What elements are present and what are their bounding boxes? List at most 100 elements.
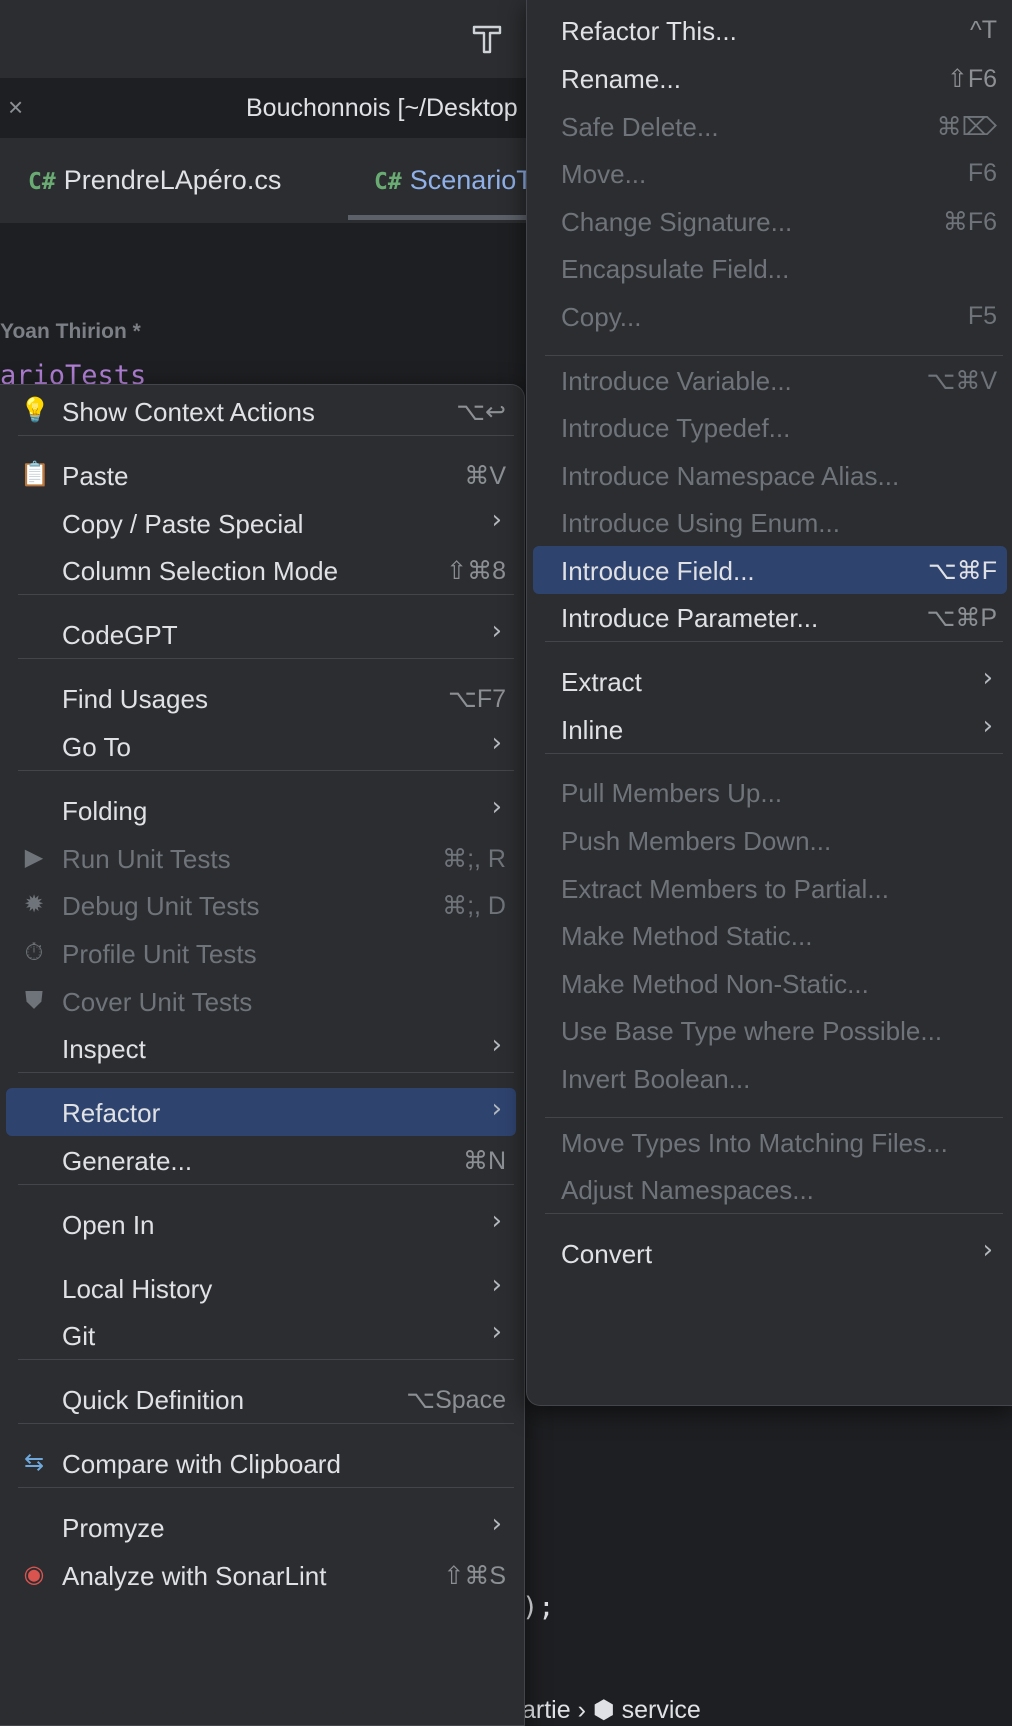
- menu-item-label: Make Method Static...: [561, 921, 813, 951]
- menu-item-label: Debug Unit Tests: [62, 891, 260, 921]
- menu-separator: [18, 1487, 514, 1488]
- chevron-right-icon: ›: [491, 505, 502, 535]
- refactor-item-copy[interactable]: Copy... F5: [533, 292, 1007, 340]
- menu-item-label: Cover Unit Tests: [62, 987, 253, 1017]
- refactor-item-encapsulate-field[interactable]: Encapsulate Field...: [533, 244, 1007, 292]
- refactor-item-move[interactable]: Move... F6: [533, 149, 1007, 197]
- context-menu-item-open-in[interactable]: Open In ›: [6, 1200, 516, 1248]
- menu-item-shortcut: ⇧F6: [946, 65, 997, 93]
- close-icon[interactable]: ×: [8, 92, 23, 122]
- refactor-item-rename[interactable]: Rename... ⇧F6: [533, 54, 1007, 102]
- menu-separator: [18, 1359, 514, 1360]
- shield-icon: ⛊: [25, 987, 43, 1014]
- chevron-right-icon: ›: [491, 1270, 502, 1300]
- menu-item-label: Adjust Namespaces...: [561, 1175, 814, 1205]
- chevron-right-icon: ›: [491, 616, 502, 646]
- menu-item-label: Introduce Variable...: [561, 366, 792, 396]
- context-menu-item-git[interactable]: Git ›: [6, 1311, 516, 1359]
- menu-item-shortcut: ⌥Space: [406, 1386, 506, 1414]
- menu-item-label: Introduce Namespace Alias...: [561, 461, 900, 491]
- chevron-right-icon: ›: [982, 1235, 993, 1265]
- menu-item-shortcut: ⌘N: [462, 1147, 506, 1175]
- context-menu-item-go-to[interactable]: Go To ›: [6, 722, 516, 770]
- context-menu-item-analyze-with-sonarlint[interactable]: ◉ Analyze with SonarLint ⇧⌘S: [6, 1551, 516, 1599]
- refactor-item-adjust-namespaces[interactable]: Adjust Namespaces...: [533, 1165, 1007, 1213]
- context-menu-item-promyze[interactable]: Promyze ›: [6, 1503, 516, 1551]
- context-menu-item-find-usages[interactable]: Find Usages ⌥F7: [6, 674, 516, 722]
- menu-item-label: Rename...: [561, 64, 681, 94]
- refactor-item-introduce-typedef[interactable]: Introduce Typedef...: [533, 403, 1007, 451]
- refactor-item-use-base-type-where-possible[interactable]: Use Base Type where Possible...: [533, 1006, 1007, 1054]
- menu-item-label: Convert: [561, 1239, 653, 1269]
- menu-item-shortcut: ⌥↩: [456, 398, 506, 426]
- active-tab-indicator: [348, 215, 528, 220]
- menu-item-label: Refactor: [62, 1098, 161, 1128]
- chevron-right-icon: ›: [491, 1317, 502, 1347]
- tab-scenariotests[interactable]: C# ScenarioT: [374, 165, 533, 196]
- menu-item-label: Folding: [62, 796, 148, 826]
- menu-separator: [545, 355, 1003, 356]
- refactor-item-introduce-variable[interactable]: Introduce Variable... ⌥⌘V: [533, 356, 1007, 404]
- refactor-item-safe-delete[interactable]: Safe Delete... ⌘⌦: [533, 102, 1007, 150]
- build-hammer-icon[interactable]: [470, 22, 504, 56]
- context-menu-item-profile-unit-tests[interactable]: ⏱ Profile Unit Tests: [6, 929, 516, 977]
- context-menu-item-column-selection-mode[interactable]: Column Selection Mode ⇧⌘8: [6, 546, 516, 594]
- context-menu-item-paste[interactable]: 📋 Paste ⌘V: [6, 451, 516, 499]
- menu-item-label: Make Method Non-Static...: [561, 969, 869, 999]
- menu-item-label: Use Base Type where Possible...: [561, 1016, 943, 1046]
- compare-clipboard-icon: ⇆: [23, 1449, 45, 1476]
- refactor-item-introduce-field[interactable]: Introduce Field... ⌥⌘F: [533, 546, 1007, 594]
- menu-item-label: CodeGPT: [62, 620, 178, 650]
- context-menu-item-generate[interactable]: Generate... ⌘N: [6, 1136, 516, 1184]
- menu-item-label: Open In: [62, 1210, 155, 1240]
- context-menu-item-inspect[interactable]: Inspect ›: [6, 1024, 516, 1072]
- context-menu-item-copy-paste-special[interactable]: Copy / Paste Special ›: [6, 499, 516, 547]
- menu-item-label: Extract Members to Partial...: [561, 874, 889, 904]
- context-menu-item-quick-definition[interactable]: Quick Definition ⌥Space: [6, 1375, 516, 1423]
- menu-item-label: Profile Unit Tests: [62, 939, 257, 969]
- menu-item-label: Inspect: [62, 1034, 146, 1064]
- refactor-item-introduce-parameter[interactable]: Introduce Parameter... ⌥⌘P: [533, 593, 1007, 641]
- context-menu-item-show-context-actions[interactable]: 💡 Show Context Actions ⌥↩: [6, 387, 516, 435]
- context-menu-item-local-history[interactable]: Local History ›: [6, 1264, 516, 1312]
- refactor-item-introduce-using-enum[interactable]: Introduce Using Enum...: [533, 498, 1007, 546]
- context-menu-item-codegpt[interactable]: CodeGPT ›: [6, 610, 516, 658]
- refactor-item-change-signature[interactable]: Change Signature... ⌘F6: [533, 197, 1007, 245]
- refactor-item-extract-members-to-partial[interactable]: Extract Members to Partial...: [533, 864, 1007, 912]
- refactor-item-move-types-into-matching-files[interactable]: Move Types Into Matching Files...: [533, 1118, 1007, 1166]
- menu-separator: [545, 1213, 1003, 1214]
- context-menu-item-debug-unit-tests[interactable]: ✹ Debug Unit Tests ⌘;, D: [6, 881, 516, 929]
- refactor-item-refactor-this[interactable]: Refactor This... ^T: [533, 6, 1007, 54]
- context-menu-item-refactor[interactable]: Refactor ›: [6, 1088, 516, 1136]
- menu-separator: [18, 435, 514, 436]
- menu-item-label: Safe Delete...: [561, 112, 719, 142]
- menu-separator: [18, 658, 514, 659]
- refactor-item-make-method-static[interactable]: Make Method Static...: [533, 911, 1007, 959]
- menu-item-label: Introduce Parameter...: [561, 603, 819, 633]
- context-menu-item-compare-with-clipboard[interactable]: ⇆ Compare with Clipboard: [6, 1439, 516, 1487]
- context-menu-item-run-unit-tests[interactable]: ▶ Run Unit Tests ⌘;, R: [6, 834, 516, 882]
- menu-item-label: Find Usages: [62, 684, 208, 714]
- csharp-file-icon: C#: [28, 169, 56, 195]
- menu-separator: [545, 641, 1003, 642]
- breadcrumb[interactable]: artie › ⬢ service: [522, 1695, 701, 1725]
- refactor-item-inline[interactable]: Inline ›: [533, 705, 1007, 753]
- tab-label: PrendreLApéro.cs: [63, 165, 282, 195]
- refactor-submenu: Refactor This... ^T Rename... ⇧F6 Safe Delet…: [526, 0, 1012, 1406]
- refactor-item-invert-boolean[interactable]: Invert Boolean...: [533, 1054, 1007, 1102]
- menu-item-label: Change Signature...: [561, 207, 793, 237]
- refactor-item-introduce-namespace-alias[interactable]: Introduce Namespace Alias...: [533, 451, 1007, 499]
- tab-prendrelapero[interactable]: C# PrendreLApéro.cs: [28, 165, 281, 196]
- refactor-item-extract[interactable]: Extract ›: [533, 657, 1007, 705]
- chevron-right-icon: ›: [491, 792, 502, 822]
- refactor-item-pull-members-up[interactable]: Pull Members Up...: [533, 768, 1007, 816]
- refactor-item-make-method-non-static[interactable]: Make Method Non-Static...: [533, 959, 1007, 1007]
- refactor-item-push-members-down[interactable]: Push Members Down...: [533, 816, 1007, 864]
- menu-item-label: Introduce Field...: [561, 556, 755, 586]
- context-menu-item-cover-unit-tests[interactable]: ⛊ Cover Unit Tests: [6, 977, 516, 1025]
- menu-item-shortcut: ⇧⌘8: [446, 557, 506, 585]
- context-menu-item-folding[interactable]: Folding ›: [6, 786, 516, 834]
- code-author-hint: Yoan Thirion *: [0, 320, 141, 343]
- menu-item-label: Introduce Using Enum...: [561, 508, 840, 538]
- refactor-item-convert[interactable]: Convert ›: [533, 1229, 1007, 1277]
